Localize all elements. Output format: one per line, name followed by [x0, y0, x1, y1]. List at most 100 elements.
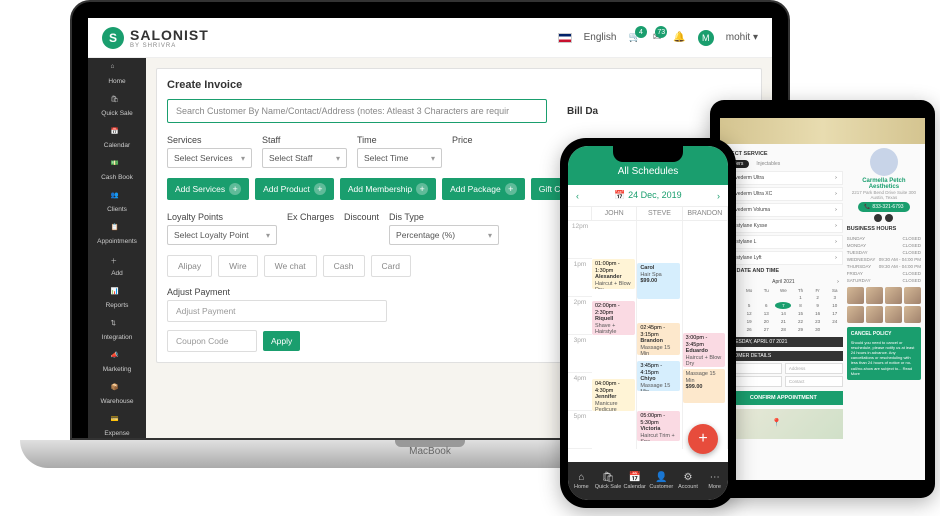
cal-date[interactable]: 30 [810, 326, 826, 333]
coupon-input[interactable]: Coupon Code [167, 330, 257, 352]
cal-date[interactable]: 16 [810, 310, 826, 317]
tab-more[interactable]: ⋯More [701, 462, 728, 500]
distype-select[interactable]: Percentage (%) [389, 225, 499, 245]
sidebar-item-cash-book[interactable]: 💵Cash Book [88, 154, 146, 186]
cal-date[interactable]: 13 [758, 310, 774, 317]
staff-select[interactable]: Select Staff [262, 148, 347, 168]
date-prev-icon[interactable]: ‹ [576, 191, 579, 201]
cal-date[interactable]: 22 [792, 318, 808, 325]
services-select[interactable]: Select Services [167, 148, 252, 168]
appointment-card[interactable]: 3:00pm - 3:45pmEduardoHaircut + Blow Dry… [683, 333, 726, 367]
cal-date[interactable]: 19 [741, 318, 757, 325]
appointment-card[interactable]: 3:45pm - 4:15pmChiyoMassage 15 Min$49.00 [637, 361, 680, 391]
phone-button[interactable]: 📞 833-321-6793 [858, 202, 909, 212]
service-item[interactable]: Restylane Lyft› [724, 251, 843, 265]
tab-account[interactable]: ⚙Account [675, 462, 702, 500]
cal-date[interactable]: 17 [827, 310, 843, 317]
gallery-thumb[interactable] [847, 306, 864, 323]
sidebar-item-appointments[interactable]: 📋Appointments [88, 218, 146, 250]
gallery-thumb[interactable] [885, 306, 902, 323]
cal-date[interactable]: 3 [827, 294, 843, 301]
sidebar-item-add[interactable]: ＋Add [88, 250, 146, 282]
cal-date[interactable]: 10 [827, 302, 843, 309]
payment-card[interactable]: Card [371, 255, 411, 277]
sidebar-item-calendar[interactable]: 📅Calendar [88, 122, 146, 154]
sidebar-item-integration[interactable]: ⇅Integration [88, 314, 146, 346]
add-appointment-fab[interactable]: + [688, 424, 718, 454]
tab-calendar[interactable]: 📅Calendar [621, 462, 648, 500]
tab-customer[interactable]: 👤Customer [648, 462, 675, 500]
customer-search-input[interactable]: Search Customer By Name/Contact/Address … [167, 99, 547, 123]
cal-date[interactable]: 29 [792, 326, 808, 333]
tab-quick-sale[interactable]: 🛍Quick Sale [595, 462, 622, 500]
service-item[interactable]: Restylane L› [724, 235, 843, 249]
location-map[interactable] [724, 409, 843, 439]
facebook-icon[interactable] [874, 214, 882, 222]
cal-date[interactable]: 20 [758, 318, 774, 325]
cal-date[interactable]: 6 [758, 302, 774, 309]
cal-date[interactable]: 28 [775, 326, 791, 333]
notifications-icon[interactable]: 🔔 [673, 32, 685, 43]
sidebar-item-reports[interactable]: 📊Reports [88, 282, 146, 314]
instagram-icon[interactable] [885, 214, 893, 222]
cal-date[interactable]: 15 [792, 310, 808, 317]
appointment-card[interactable]: 04:00pm - 4:30pmJenniferManicure Pedicur… [592, 379, 635, 411]
avatar[interactable]: M [698, 30, 714, 46]
filter-chip[interactable]: Injectables [752, 160, 784, 168]
date-display[interactable]: 📅 24 Dec, 2019 [614, 190, 681, 201]
add-package-button[interactable]: Add Package+ [442, 178, 525, 200]
cal-date[interactable]: 1 [792, 294, 808, 301]
cal-date[interactable]: 21 [775, 318, 791, 325]
sidebar-item-marketing[interactable]: 📣Marketing [88, 346, 146, 378]
cal-date[interactable]: 14 [775, 310, 791, 317]
payment-cash[interactable]: Cash [323, 255, 365, 277]
add-product-button[interactable]: Add Product+ [255, 178, 334, 200]
appointment-card[interactable]: CarolHair Spa$99.00 [637, 263, 680, 299]
cal-date[interactable]: 9 [810, 302, 826, 309]
confirm-appointment-button[interactable]: CONFIRM APPOINTMENT [724, 391, 843, 405]
sidebar-item-home[interactable]: ⌂Home [88, 58, 146, 90]
cart-icon[interactable]: 🛒4 [628, 32, 640, 43]
appointment-card[interactable]: 02:45pm - 3:15pmBrandonMassage 15 Min$99… [637, 323, 680, 355]
calendar-widget[interactable]: ‹April 2021› SuMoTuWeThFrSa 123456789101… [724, 277, 843, 333]
add-services-button[interactable]: Add Services+ [167, 178, 249, 200]
service-item[interactable]: Juvederm Ultra› [724, 171, 843, 185]
appointment-card[interactable]: 02:00pm - 2:30pmRiquellShave + Hairstyle… [592, 301, 635, 335]
payment-wire[interactable]: Wire [218, 255, 257, 277]
logo[interactable]: S SALONIST BY SHRIVRA [102, 27, 209, 49]
gallery-thumb[interactable] [866, 306, 883, 323]
cal-date[interactable]: 12 [741, 310, 757, 317]
appointment-card[interactable]: Massage 15 Min$99.00 [683, 369, 726, 403]
gallery-thumb[interactable] [904, 287, 921, 304]
cal-date[interactable]: 27 [758, 326, 774, 333]
loyalty-select[interactable]: Select Loyalty Point [167, 225, 277, 245]
service-item[interactable]: Juvederm Voluma› [724, 203, 843, 217]
cal-date[interactable]: 23 [810, 318, 826, 325]
gallery-thumb[interactable] [847, 287, 864, 304]
adjust-payment-input[interactable]: Adjust Payment [167, 300, 387, 322]
customer-contact-input[interactable]: Contact [785, 376, 843, 387]
sidebar-item-quick-sale[interactable]: 🛍Quick Sale [88, 90, 146, 122]
date-next-icon[interactable]: › [717, 191, 720, 201]
add-membership-button[interactable]: Add Membership+ [340, 178, 436, 200]
schedule-grid[interactable]: 12pm1pm2pm3pm4pm5pm 01:00pm - 1:30pmAlex… [568, 221, 728, 449]
sidebar-item-expense[interactable]: 💳Expense [88, 410, 146, 438]
payment-alipay[interactable]: Alipay [167, 255, 212, 277]
cal-date[interactable]: 7 [775, 302, 791, 309]
apply-button[interactable]: Apply [263, 331, 300, 351]
cal-date[interactable]: 8 [792, 302, 808, 309]
messages-icon[interactable]: ✉73 [653, 32, 661, 43]
time-select[interactable]: Select Time [357, 148, 442, 168]
language-selector[interactable]: English [584, 32, 617, 43]
gallery-thumb[interactable] [904, 306, 921, 323]
cal-date[interactable]: 24 [827, 318, 843, 325]
gallery-thumb[interactable] [866, 287, 883, 304]
payment-wechat[interactable]: We chat [264, 255, 317, 277]
customer-address-input[interactable]: Address [785, 363, 843, 374]
appointment-card[interactable]: 01:00pm - 1:30pmAlexanderHaircut + Blow … [592, 259, 635, 289]
tab-home[interactable]: ⌂Home [568, 462, 595, 500]
gallery-thumb[interactable] [885, 287, 902, 304]
sidebar-item-warehouse[interactable]: 📦Warehouse [88, 378, 146, 410]
user-menu[interactable]: mohit ▾ [726, 32, 758, 43]
cal-date[interactable]: 26 [741, 326, 757, 333]
